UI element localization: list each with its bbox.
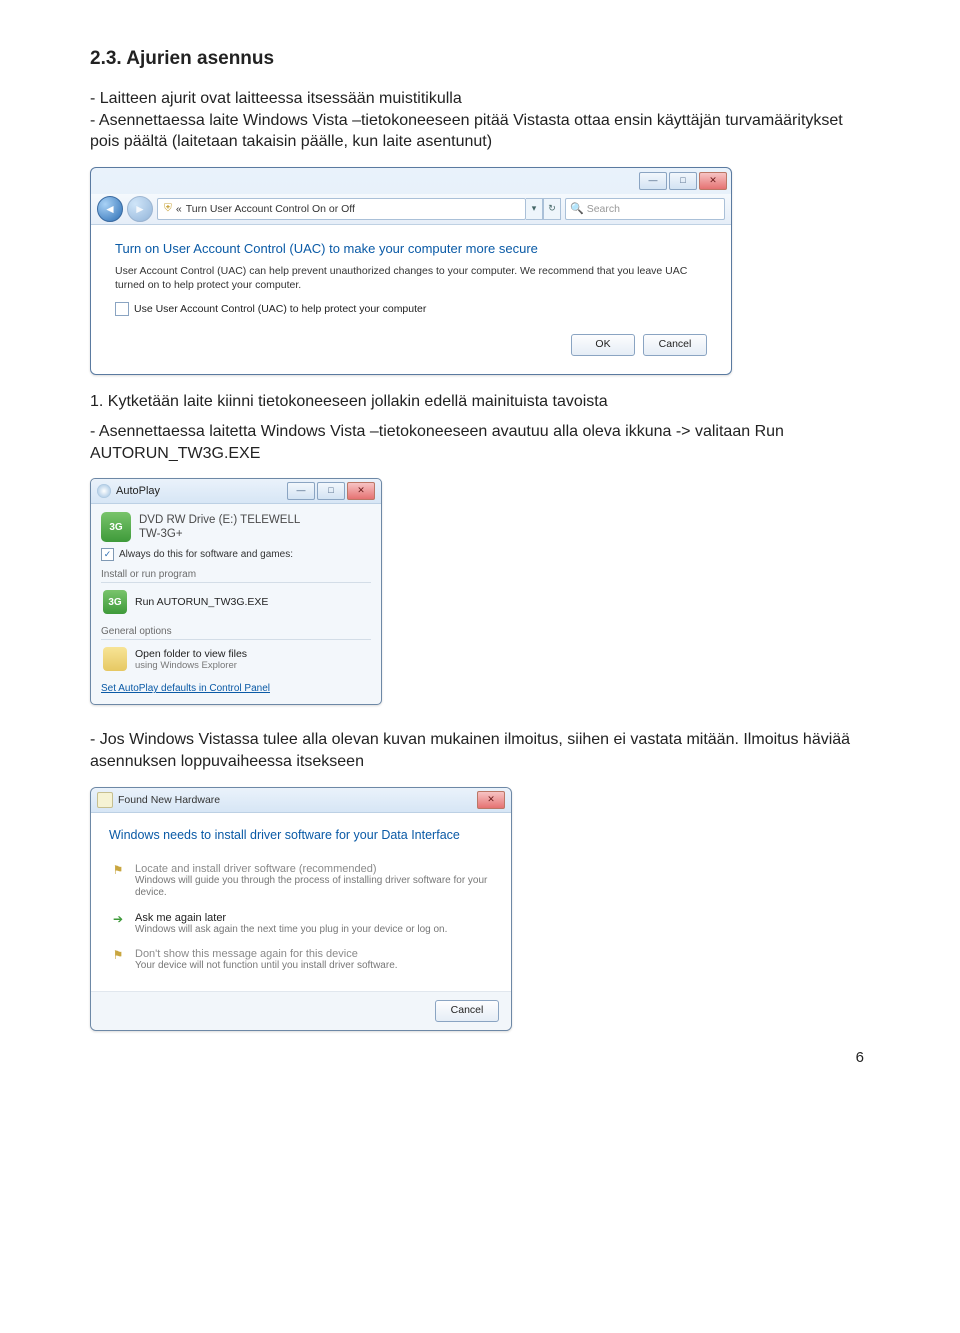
shield-icon: ⚑ [111,948,125,962]
autoplay-title: AutoPlay [116,485,160,497]
shield-icon: ⚑ [111,863,125,877]
folder-icon [103,647,127,671]
found-new-hardware-dialog: Found New Hardware ✕ Windows needs to in… [90,787,512,1031]
autoplay-titlebar: AutoPlay — □ ✕ [91,479,381,504]
always-checkbox-row[interactable]: ✓ Always do this for software and games: [101,548,371,561]
search-icon: 🔍 [570,202,584,215]
install-section-label: Install or run program [101,569,371,583]
fnh-title-text: Found New Hardware [118,794,220,806]
section-heading: 2.3. Ajurien asennus [90,48,870,70]
run-autorun-item[interactable]: 3G Run AUTORUN_TW3G.EXE [101,586,371,618]
run-autorun-label: Run AUTORUN_TW3G.EXE [135,596,268,609]
fnh-opt3-title: Don't show this message again for this d… [135,948,491,960]
checkbox-icon[interactable] [115,302,129,316]
fnh-option-later[interactable]: ➔ Ask me again later Windows will ask ag… [109,906,493,943]
drive-name-line2: TW-3G+ [139,527,300,541]
arrow-icon: ➔ [111,912,125,926]
hardware-icon [97,792,113,808]
close-button[interactable]: ✕ [347,482,375,500]
intro-paragraph: - Laitteen ajurit ovat laitteessa itsess… [90,88,870,153]
uac-checkbox-label: Use User Account Control (UAC) to help p… [134,303,426,315]
fnh-opt2-title: Ask me again later [135,912,491,924]
autoplay-dialog: AutoPlay — □ ✕ 3G DVD RW Drive (E:) TELE… [90,478,382,705]
breadcrumb-text: Turn User Account Control On or Off [186,203,355,215]
explorer-toolbar: ◄ ► ⛨ « Turn User Account Control On or … [91,194,731,225]
uac-content: Turn on User Account Control (UAC) to ma… [91,225,731,374]
close-button[interactable]: ✕ [477,791,505,809]
window-titlebar: — □ ✕ [91,168,731,194]
fnh-option-dontshow[interactable]: ⚑ Don't show this message again for this… [109,942,493,979]
uac-checkbox-row[interactable]: Use User Account Control (UAC) to help p… [115,302,707,316]
uac-description: User Account Control (UAC) can help prev… [115,264,707,292]
drive-name-line1: DVD RW Drive (E:) TELEWELL [139,513,300,527]
back-button[interactable]: ◄ [97,196,123,222]
checkbox-icon[interactable]: ✓ [101,548,114,561]
step-1: 1. Kytketään laite kiinni tietokoneeseen… [90,393,870,411]
open-folder-item[interactable]: Open folder to view files using Windows … [101,643,371,675]
cancel-button[interactable]: Cancel [435,1000,499,1022]
maximize-button[interactable]: □ [317,482,345,500]
minimize-button[interactable]: — [639,172,667,190]
disc-icon [97,484,111,498]
fnh-opt3-sub: Your device will not function until you … [135,960,491,973]
always-label: Always do this for software and games: [119,549,293,560]
fnh-titlebar: Found New Hardware ✕ [91,788,511,813]
general-section-label: General options [101,626,371,640]
fnh-option-locate[interactable]: ⚑ Locate and install driver software (re… [109,857,493,906]
page-number: 6 [90,1049,870,1066]
uac-heading: Turn on User Account Control (UAC) to ma… [115,241,707,256]
device-3g-icon: 3G [101,512,131,542]
open-folder-sub: using Windows Explorer [135,660,247,671]
forward-button[interactable]: ► [127,196,153,222]
breadcrumb-prefix: « [176,203,182,215]
run-3g-icon: 3G [103,590,127,614]
fnh-opt2-sub: Windows will ask again the next time you… [135,924,491,937]
fnh-opt1-sub: Windows will guide you through the proce… [135,875,491,900]
cancel-button[interactable]: Cancel [643,334,707,356]
uac-window: — □ ✕ ◄ ► ⛨ « Turn User Account Control … [90,167,732,375]
fnh-opt1-title: Locate and install driver software (reco… [135,863,491,875]
search-input[interactable]: 🔍 Search [565,198,725,220]
search-placeholder: Search [587,203,620,215]
shield-icon: ⛨ [164,202,172,215]
breadcrumb[interactable]: ⛨ « Turn User Account Control On or Off [157,198,526,220]
fnh-note: - Jos Windows Vistassa tulee alla olevan… [90,729,870,772]
drive-info: 3G DVD RW Drive (E:) TELEWELL TW-3G+ [101,512,371,542]
maximize-button[interactable]: □ [669,172,697,190]
open-folder-label: Open folder to view files [135,648,247,661]
refresh-button[interactable]: ↻ [543,198,561,220]
autoplay-defaults-link[interactable]: Set AutoPlay defaults in Control Panel [101,683,371,694]
minimize-button[interactable]: — [287,482,315,500]
fnh-heading: Windows needs to install driver software… [109,827,493,843]
ok-button[interactable]: OK [571,334,635,356]
autoplay-note: - Asennettaessa laitetta Windows Vista –… [90,421,870,464]
breadcrumb-dropdown[interactable]: ▾ [526,198,543,220]
close-button[interactable]: ✕ [699,172,727,190]
